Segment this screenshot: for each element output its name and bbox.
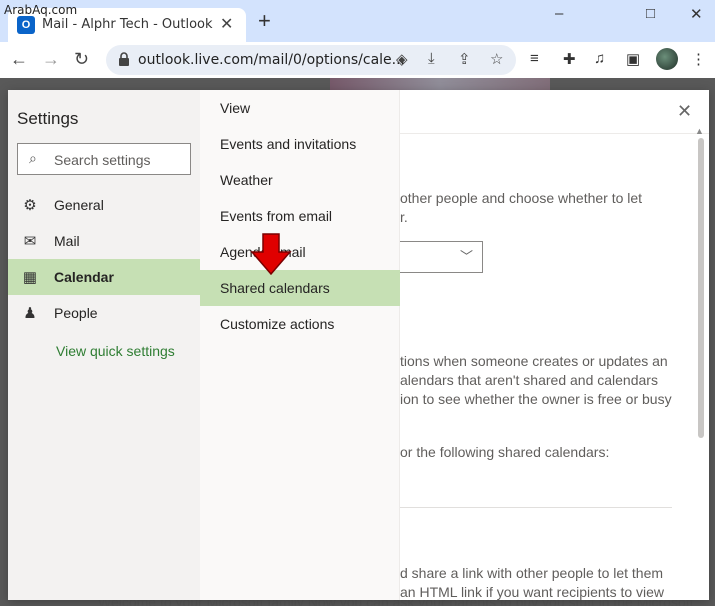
publish-link-line: an HTML link if you want recipients to v… <box>400 584 665 600</box>
view-quick-settings-link[interactable]: View quick settings <box>56 343 175 359</box>
tab-title: Mail - Alphr Tech - Outlook <box>42 17 213 32</box>
search-icon: ⌕ <box>29 150 37 166</box>
address-bar[interactable]: outlook.live.com/mail/0/options/cale... … <box>106 45 516 75</box>
nav-item-people[interactable]: ♟ People <box>8 295 200 331</box>
calendar-icon: ▦ <box>22 269 38 286</box>
nav-item-mail[interactable]: ✉ Mail <box>8 223 200 259</box>
subnav-customize-actions[interactable]: Customize actions <box>200 306 400 342</box>
shared-calendars-content: ✕ ▲ other people and choose whether to l… <box>400 90 709 600</box>
settings-title: Settings <box>17 109 79 128</box>
view-site-info-icon[interactable]: ◈ <box>396 50 408 68</box>
content-header: ✕ <box>400 90 709 134</box>
publish-description-line: tions when someone creates or updates an <box>400 353 668 369</box>
maximize-icon[interactable]: □ <box>646 5 655 22</box>
minimize-icon[interactable]: – <box>555 5 563 22</box>
url-text: outlook.live.com/mail/0/options/cale... <box>138 52 405 68</box>
nav-item-general[interactable]: ⚙ General <box>8 187 200 223</box>
subnav-shared-calendars[interactable]: Shared calendars <box>200 270 400 306</box>
install-app-icon[interactable]: ⤓ <box>428 50 435 67</box>
search-settings-input[interactable]: ⌕ Search settings <box>17 143 191 175</box>
gear-icon: ⚙ <box>23 197 37 214</box>
scroll-up-icon[interactable]: ▲ <box>695 126 704 136</box>
browser-toolbar: ← → ↻ outlook.live.com/mail/0/options/ca… <box>0 42 715 78</box>
nav-item-label: Mail <box>54 233 80 249</box>
calendar-select-dropdown[interactable]: ﹀ <box>400 241 483 273</box>
red-arrow-annotation-icon <box>250 233 292 275</box>
menu-more-icon[interactable]: ⋮ <box>691 50 706 68</box>
calendar-subnav-pane: View Events and invitations Weather Even… <box>200 90 400 600</box>
media-control-icon[interactable]: ♫ <box>594 50 605 67</box>
window-close-icon[interactable]: ✕ <box>690 5 703 23</box>
subnav-label: Shared calendars <box>220 280 330 296</box>
bookmark-star-icon[interactable]: ☆ <box>490 50 503 68</box>
mail-icon: ✉ <box>23 233 37 250</box>
subnav-agenda-email[interactable]: Agenda email <box>200 234 400 270</box>
subnav-weather[interactable]: Weather <box>200 162 400 198</box>
nav-item-label: People <box>54 305 98 321</box>
subnav-label: Events and invitations <box>220 136 357 152</box>
scrollbar[interactable] <box>698 138 704 438</box>
extension-icon[interactable]: ≡ <box>530 50 539 67</box>
back-icon[interactable]: ← <box>10 49 28 70</box>
publish-link-line: d share a link with other people to let … <box>400 565 664 581</box>
side-panel-icon[interactable]: ▣ <box>626 50 640 68</box>
share-icon[interactable]: ⇪ <box>458 50 471 68</box>
subnav-label: Customize actions <box>220 316 335 332</box>
watermark: ArabAq.com <box>4 3 78 17</box>
subnav-label: View <box>220 100 251 116</box>
browser-tab-bar: O Mail - Alphr Tech - Outlook ✕ + – □ ✕ <box>0 0 715 42</box>
subnav-label: Events from email <box>220 208 333 224</box>
outlook-favicon-icon: O <box>17 16 35 34</box>
people-icon: ♟ <box>23 305 37 322</box>
section-divider <box>400 507 672 508</box>
subnav-view[interactable]: View <box>200 90 400 126</box>
publish-description-line: alendars that aren't shared and calendar… <box>400 372 658 388</box>
tab-close-icon[interactable]: ✕ <box>220 14 233 34</box>
nav-item-label: Calendar <box>54 269 114 285</box>
search-placeholder: Search settings <box>54 152 151 168</box>
subnav-label: Weather <box>220 172 273 188</box>
chevron-down-icon: ﹀ <box>460 249 474 264</box>
nav-item-label: General <box>54 197 104 213</box>
publish-description-line: ion to see whether the owner is free or … <box>400 391 672 407</box>
nav-item-calendar[interactable]: ▦ Calendar <box>8 259 200 295</box>
reload-icon[interactable]: ↻ <box>74 49 89 70</box>
profile-avatar[interactable] <box>656 48 678 70</box>
shared-calendars-line: or the following shared calendars: <box>400 444 610 460</box>
close-settings-icon[interactable]: ✕ <box>677 101 692 122</box>
share-description-line: r. <box>400 209 408 225</box>
settings-dialog: Settings ⌕ Search settings ⚙ General ✉ M… <box>8 90 709 600</box>
lock-icon <box>119 52 129 66</box>
puzzle-extensions-icon[interactable]: ✚ <box>563 50 576 68</box>
subnav-events-and-invitations[interactable]: Events and invitations <box>200 126 400 162</box>
settings-left-pane: Settings ⌕ Search settings ⚙ General ✉ M… <box>8 90 200 600</box>
forward-icon[interactable]: → <box>42 49 60 70</box>
subnav-events-from-email[interactable]: Events from email <box>200 198 400 234</box>
new-tab-icon[interactable]: + <box>258 10 271 32</box>
share-description-line: other people and choose whether to let <box>400 190 643 206</box>
